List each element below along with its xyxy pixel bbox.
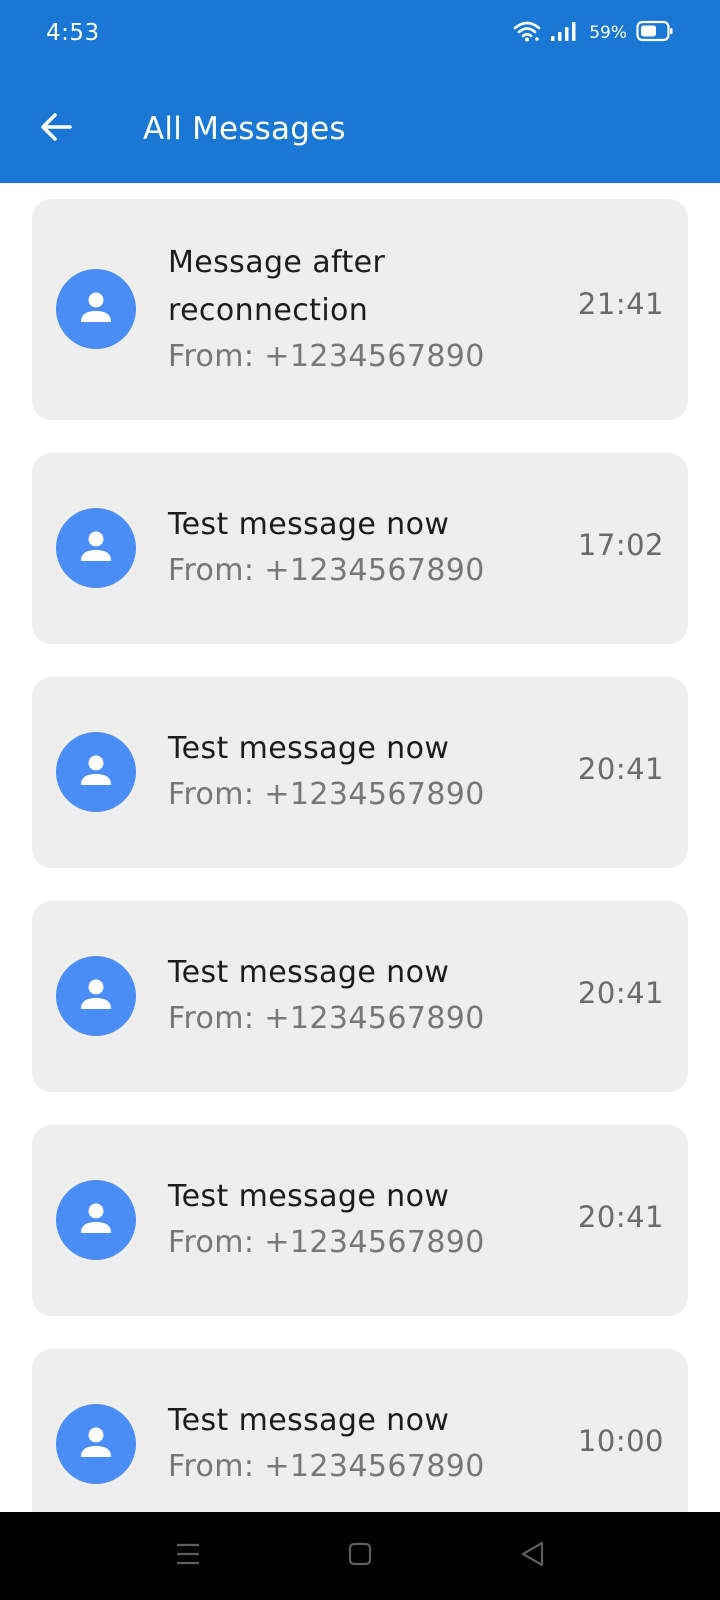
message-time: 10:00 [577, 1424, 664, 1458]
home-button[interactable] [336, 1532, 384, 1580]
person-icon [76, 1198, 116, 1242]
wifi-icon [513, 20, 541, 46]
home-square-icon [347, 1541, 373, 1571]
back-button[interactable] [30, 103, 82, 155]
avatar [56, 1180, 136, 1260]
person-icon [76, 1422, 116, 1466]
message-time: 20:41 [577, 976, 664, 1010]
person-icon [76, 287, 116, 331]
person-icon [76, 974, 116, 1018]
message-time: 20:41 [577, 1200, 664, 1234]
message-card[interactable]: Test message now From: +1234567890 20:41 [32, 901, 688, 1092]
message-text: Test message now From: +1234567890 [168, 1397, 578, 1489]
status-icons: 59% [513, 20, 674, 46]
message-sender: From: +1234567890 [168, 1449, 485, 1484]
message-sender: From: +1234567890 [168, 553, 485, 588]
avatar [56, 732, 136, 812]
message-title: Test message now [168, 955, 450, 990]
avatar [56, 1404, 136, 1484]
recent-apps-button[interactable] [164, 1532, 212, 1580]
system-back-button[interactable] [508, 1532, 556, 1580]
battery-percent: 59% [589, 23, 627, 43]
status-time: 4:53 [46, 20, 100, 46]
message-text: Test message now From: +1234567890 [168, 1173, 578, 1265]
message-card[interactable]: Test message now From: +1234567890 20:41 [32, 1125, 688, 1316]
back-triangle-icon [518, 1540, 546, 1572]
message-sender: From: +1234567890 [168, 777, 485, 812]
system-nav-bar [0, 1512, 720, 1600]
message-title: Message after reconnection [168, 245, 386, 328]
message-card[interactable]: Message after reconnection From: +123456… [32, 199, 688, 420]
battery-icon [636, 20, 674, 46]
page-title: All Messages [143, 111, 346, 147]
person-icon [76, 750, 116, 794]
message-title: Test message now [168, 731, 450, 766]
message-sender: From: +1234567890 [168, 339, 485, 374]
message-text: Test message now From: +1234567890 [168, 725, 578, 817]
message-sender: From: +1234567890 [168, 1225, 485, 1260]
app-bar: 4:53 59% All Messages [0, 0, 720, 183]
message-title: Test message now [168, 507, 450, 542]
message-text: Test message now From: +1234567890 [168, 501, 578, 593]
message-title: Test message now [168, 1179, 450, 1214]
person-icon [76, 526, 116, 570]
menu-icon [174, 1541, 202, 1571]
message-time: 20:41 [577, 752, 664, 786]
avatar [56, 956, 136, 1036]
avatar [56, 508, 136, 588]
message-card[interactable]: Test message now From: +1234567890 17:02 [32, 453, 688, 644]
message-card[interactable]: Test message now From: +1234567890 20:41 [32, 677, 688, 868]
avatar [56, 269, 136, 349]
signal-icon [550, 20, 578, 46]
message-sender: From: +1234567890 [168, 1001, 485, 1036]
message-time: 17:02 [577, 528, 664, 562]
message-time: 21:41 [577, 287, 664, 321]
message-text: Message after reconnection From: +123456… [168, 239, 578, 379]
arrow-left-icon [38, 111, 74, 147]
message-text: Test message now From: +1234567890 [168, 949, 578, 1041]
message-title: Test message now [168, 1403, 450, 1438]
